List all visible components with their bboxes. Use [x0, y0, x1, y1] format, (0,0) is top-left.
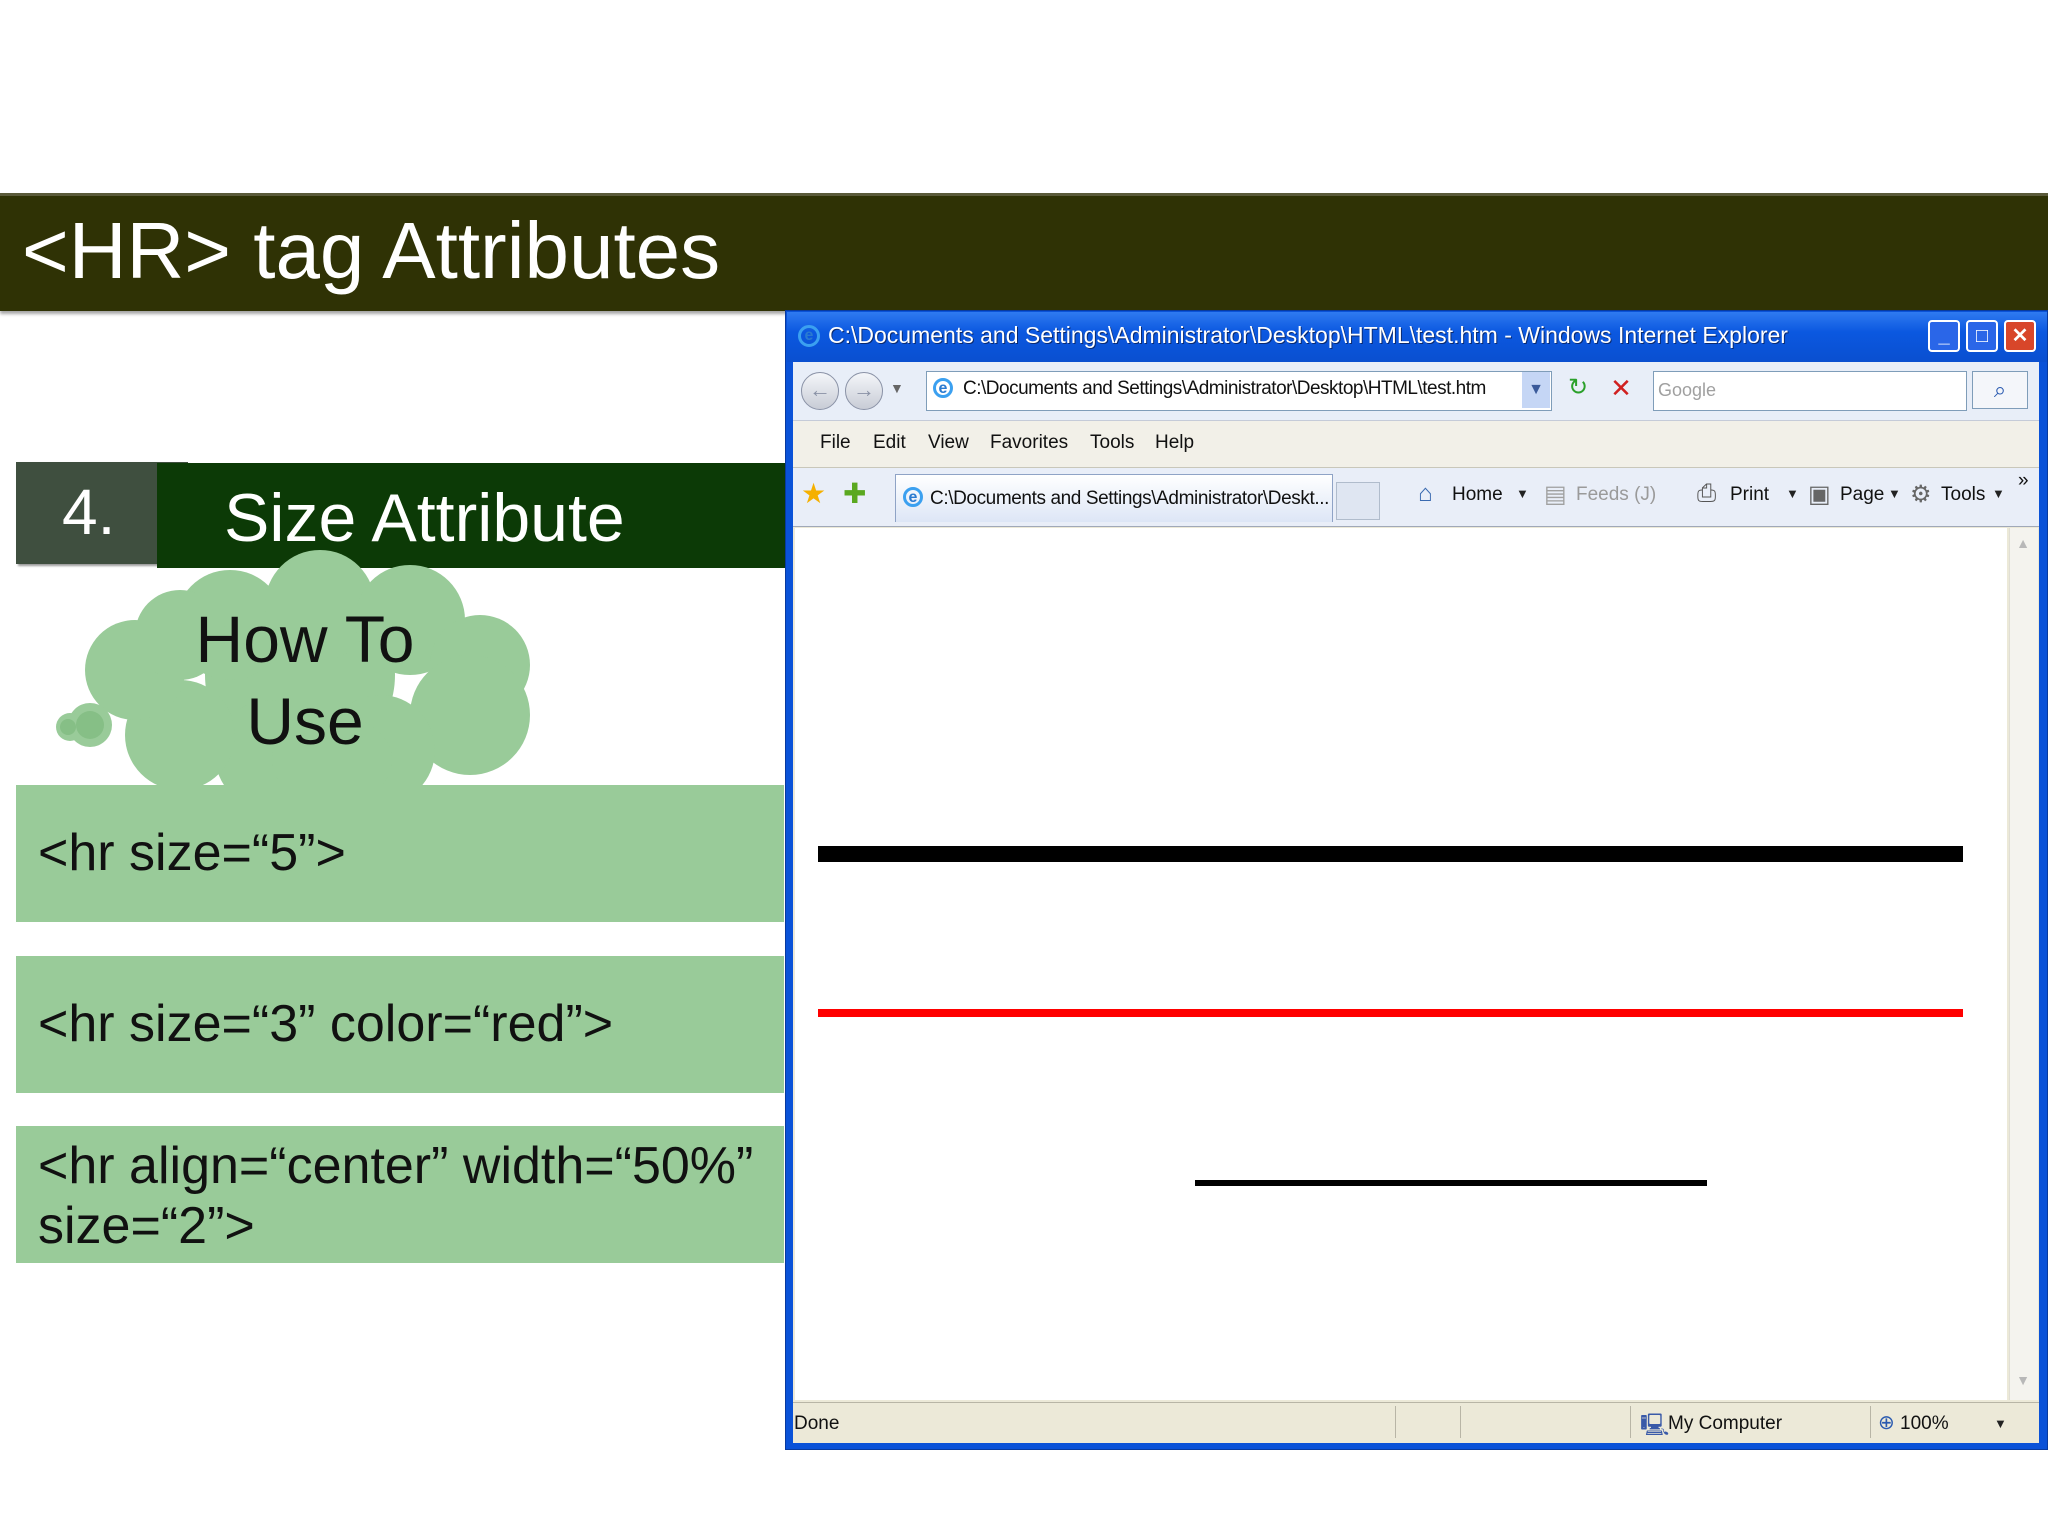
code-example-color: <hr size=“3” color=“red”>: [16, 956, 784, 1093]
address-dropdown-icon[interactable]: ▼: [1522, 372, 1550, 408]
address-text[interactable]: C:\Documents and Settings\Administrator\…: [963, 378, 1486, 400]
feeds-button[interactable]: Feeds (J): [1576, 484, 1656, 506]
code-example-size: <hr size=“5”>: [16, 785, 784, 922]
code-example-align-width: <hr align=“center” width=“50%” size=“2”>: [16, 1126, 784, 1263]
tab-page-icon: e: [903, 487, 923, 507]
menu-bar: [793, 421, 2039, 468]
recent-pages-dropdown-icon[interactable]: ▼: [890, 380, 904, 396]
menu-favorites[interactable]: Favorites: [990, 432, 1068, 454]
ie-logo-icon: e: [798, 325, 820, 347]
cloud-label: How To Use: [140, 598, 470, 762]
feeds-icon[interactable]: ▤: [1544, 480, 1567, 509]
add-favorite-icon[interactable]: ✚: [843, 477, 866, 510]
favorites-center-icon[interactable]: ★: [801, 477, 826, 510]
cloud-label-line1: How To: [195, 602, 415, 676]
zoom-level[interactable]: 100%: [1900, 1413, 1949, 1435]
status-divider: [1460, 1406, 1461, 1438]
menu-edit[interactable]: Edit: [873, 432, 906, 454]
vertical-scrollbar[interactable]: [2009, 528, 2038, 1400]
menu-help[interactable]: Help: [1155, 432, 1194, 454]
tools-button[interactable]: Tools: [1941, 484, 1985, 506]
zoom-icon[interactable]: ⊕: [1878, 1410, 1895, 1435]
status-bar: [793, 1402, 2039, 1443]
page-icon: e: [933, 378, 953, 398]
page-icon-menu[interactable]: ▣: [1808, 480, 1831, 509]
back-button[interactable]: ←: [801, 372, 839, 410]
slide-title: <HR> tag Attributes: [22, 206, 721, 295]
status-divider: [1870, 1406, 1871, 1438]
minimize-button[interactable]: _: [1928, 320, 1960, 352]
scroll-up-icon[interactable]: ▲: [2012, 535, 2034, 557]
home-button[interactable]: Home: [1452, 484, 1503, 506]
scroll-down-icon[interactable]: ▼: [2012, 1372, 2034, 1394]
tools-gear-icon[interactable]: ⚙: [1910, 480, 1932, 509]
computer-zone-icon: 🖳: [1640, 1412, 1670, 1437]
rendered-hr-size-5: [818, 846, 1963, 862]
forward-button[interactable]: →: [845, 372, 883, 410]
print-icon[interactable]: ⎙: [1697, 480, 1716, 508]
status-divider: [1395, 1406, 1396, 1438]
print-button[interactable]: Print: [1730, 484, 1769, 506]
tools-dropdown-icon[interactable]: ▼: [1992, 486, 2005, 501]
stop-icon[interactable]: ✕: [1606, 373, 1636, 407]
page-content: [795, 528, 2007, 1400]
zoom-dropdown-icon[interactable]: ▼: [1994, 1416, 2007, 1431]
menu-tools[interactable]: Tools: [1090, 432, 1134, 454]
page-dropdown-icon[interactable]: ▼: [1888, 486, 1901, 501]
home-icon[interactable]: ⌂: [1418, 480, 1433, 508]
menu-file[interactable]: File: [820, 432, 851, 454]
home-dropdown-icon[interactable]: ▼: [1516, 486, 1529, 501]
more-commands-icon[interactable]: »: [2018, 470, 2029, 492]
rendered-hr-centered-half: [1195, 1180, 1707, 1186]
security-zone: My Computer: [1668, 1413, 1783, 1434]
browser-window-title: C:\Documents and Settings\Administrator\…: [828, 322, 1788, 348]
refresh-icon[interactable]: ↻: [1563, 373, 1593, 407]
tab-title[interactable]: C:\Documents and Settings\Administrator\…: [930, 488, 1329, 510]
menu-view[interactable]: View: [928, 432, 969, 454]
section-number: 4.: [62, 476, 116, 548]
new-tab-button[interactable]: [1336, 482, 1380, 520]
status-divider: [1630, 1406, 1631, 1438]
cloud-label-line2: Use: [246, 684, 364, 758]
rendered-hr-red: [818, 1009, 1963, 1017]
search-icon[interactable]: ⌕: [1972, 371, 2028, 409]
search-placeholder: Google: [1658, 380, 1717, 400]
page-button[interactable]: Page: [1840, 484, 1884, 506]
status-text: Done: [794, 1413, 840, 1434]
print-dropdown-icon[interactable]: ▼: [1786, 486, 1799, 501]
close-button[interactable]: ✕: [2004, 320, 2036, 352]
maximize-button[interactable]: □: [1966, 320, 1998, 352]
